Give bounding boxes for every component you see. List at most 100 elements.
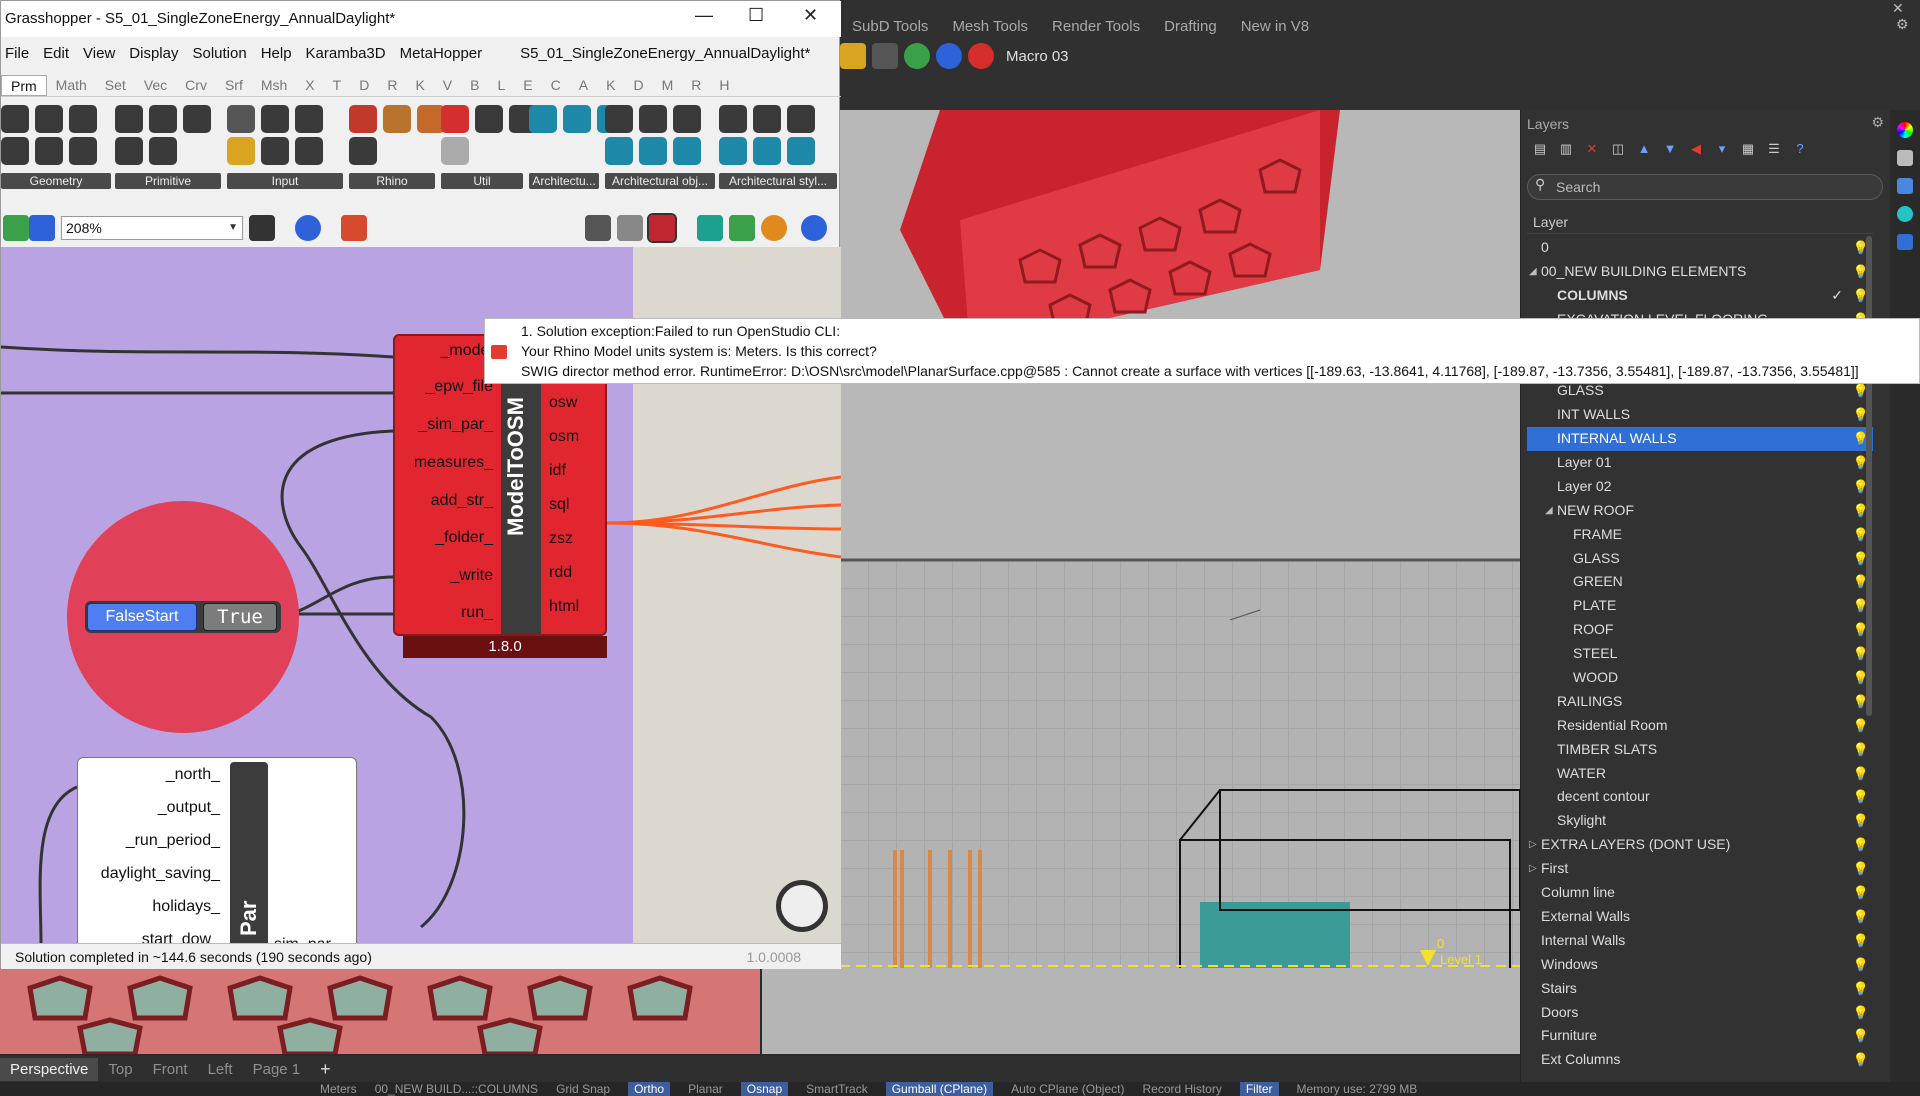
layer-row[interactable]: WATER 💡 [1527,762,1873,786]
rhino-settings-icon[interactable]: ⚙ [1896,16,1909,33]
input-run-period[interactable]: _run_period_ [126,832,220,850]
input-output[interactable]: _output_ [158,799,220,817]
canvas-navigation-icon[interactable] [776,880,828,932]
menu-metahopper[interactable]: MetaHopper [396,45,493,67]
visibility-bulb-icon[interactable]: 💡 [1853,785,1869,809]
wireframe-icon[interactable] [617,215,643,241]
panel-settings-icon[interactable]: ⚙ [1871,114,1884,131]
layer-row[interactable]: TIMBER SLATS 💡 [1527,738,1873,762]
visibility-bulb-icon[interactable]: 💡 [1853,1001,1869,1025]
minimize-icon[interactable]: — [695,5,713,26]
status-osnap[interactable]: Osnap [740,1082,789,1096]
display-icon[interactable] [1897,178,1913,194]
toggle-value[interactable]: True [203,603,277,631]
document-preview-icon[interactable] [729,215,755,241]
perspective-viewport-lower[interactable] [0,968,760,1054]
group-rhino[interactable]: Rhino [349,105,445,191]
status-record-history[interactable]: Record History [1142,1082,1221,1096]
layer-row[interactable]: decent contour 💡 [1527,785,1873,809]
category-tab[interactable]: K [406,75,433,96]
category-tab[interactable]: D [624,75,652,96]
category-tab[interactable]: C [542,75,570,96]
category-tab[interactable]: V [434,75,461,96]
category-tab[interactable]: X [296,75,323,96]
input-epw-file[interactable]: _epw_file [425,378,493,396]
layer-row[interactable]: Layer 01 💡 [1527,451,1873,475]
status-units[interactable]: Meters [320,1082,357,1096]
add-viewport-icon[interactable]: + [310,1059,341,1080]
menu-karamba3d[interactable]: Karamba3D [302,45,396,67]
status-planar[interactable]: Planar [688,1082,723,1096]
status-auto-cplane[interactable]: Auto CPlane (Object) [1011,1082,1124,1096]
input-add-str[interactable]: add_str_ [431,492,493,510]
visibility-bulb-icon[interactable]: 💡 [1853,762,1869,786]
tab-subd-tools[interactable]: SubD Tools [840,16,940,38]
output-rdd[interactable]: rdd [549,564,572,582]
group-architectural-objects[interactable]: Architectural obj... [605,105,715,191]
input-north[interactable]: _north_ [166,766,220,784]
layer-row[interactable]: INT WALLS 💡 [1527,403,1873,427]
preview-eye-icon[interactable] [295,215,321,241]
layer-row[interactable]: ▷ First 💡 [1527,857,1873,881]
output-sim-par[interactable]: sim_par [274,936,331,943]
input-measures[interactable]: measures_ [414,454,493,472]
rhino-viewport[interactable]: 0 Level 1 [840,110,1520,1054]
category-tab[interactable]: H [710,75,738,96]
status-gumball[interactable]: Gumball (CPlane) [885,1082,994,1096]
category-tab[interactable]: R [682,75,710,96]
input-folder[interactable]: _folder_ [435,529,493,547]
help-icon[interactable]: ? [1791,140,1809,158]
menu-icon[interactable]: ☰ [1765,140,1783,158]
visibility-bulb-icon[interactable]: 💡 [1853,714,1869,738]
named-view-icon[interactable] [1897,234,1913,250]
open-file-icon[interactable] [3,215,29,241]
status-grid-snap[interactable]: Grid Snap [556,1082,610,1096]
category-tab[interactable]: T [324,75,351,96]
group-util[interactable]: Util [441,105,537,191]
visibility-bulb-icon[interactable]: 💡 [1853,857,1869,881]
category-tab[interactable]: Set [96,75,135,96]
macro-label[interactable]: Macro 03 [1006,48,1069,65]
tab-new-in-v8[interactable]: New in V8 [1229,16,1321,38]
visibility-bulb-icon[interactable]: 💡 [1853,929,1869,953]
output-zsz[interactable]: zsz [549,530,573,548]
move-to-parent-icon[interactable]: ◀ [1687,140,1705,158]
category-tab[interactable]: Msh [252,75,296,96]
document-name[interactable]: S5_01_SingleZoneEnergy_AnnualDaylight* [516,45,820,67]
layers-search-input[interactable]: Search [1527,174,1883,200]
input-write[interactable]: _write [450,567,493,585]
layer-row[interactable]: Layer 02 💡 [1527,475,1873,499]
render-sphere-icon[interactable] [904,43,930,69]
tab-mesh-tools[interactable]: Mesh Tools [940,16,1040,38]
layer-row[interactable]: ▷ EXTRA LAYERS (DONT USE) 💡 [1527,833,1873,857]
grid-icon[interactable]: ▦ [1739,140,1757,158]
category-tab[interactable]: E [514,75,541,96]
close-icon[interactable]: ✕ [803,5,818,26]
properties-icon[interactable] [1897,150,1913,166]
menu-solution[interactable]: Solution [188,45,256,67]
collapse-icon[interactable]: ◢ [1545,499,1553,523]
input-daylight-saving[interactable]: daylight_saving_ [101,865,220,883]
menu-view[interactable]: View [79,45,125,67]
color-wheel-icon[interactable] [1897,122,1913,138]
sketch-icon[interactable] [341,215,367,241]
layer-row[interactable]: FRAME 💡 [1527,523,1873,547]
category-tab[interactable]: L [488,75,514,96]
zoom-extents-icon[interactable] [249,215,275,241]
material-icon[interactable] [761,215,787,241]
layer-row[interactable]: Skylight 💡 [1527,809,1873,833]
visibility-bulb-icon[interactable]: 💡 [1853,881,1869,905]
filter-icon[interactable]: ▾ [1713,140,1731,158]
move-up-icon[interactable]: ▲ [1635,140,1653,158]
material-icon[interactable] [1897,206,1913,222]
layer-row[interactable]: 0 💡 [1527,236,1873,260]
layer-row[interactable]: RAILINGS 💡 [1527,690,1873,714]
menu-display[interactable]: Display [125,45,188,67]
layer-row[interactable]: ◢ NEW ROOF 💡 [1527,499,1873,523]
input-sim-par[interactable]: _sim_par_ [418,416,493,434]
gumball-icon[interactable] [872,43,898,69]
group-architectural-styles[interactable]: Architectural styl... [719,105,837,191]
layers-scrollbar[interactable] [1866,236,1872,716]
shaded-icon[interactable] [647,213,677,243]
output-idf[interactable]: idf [549,462,566,480]
